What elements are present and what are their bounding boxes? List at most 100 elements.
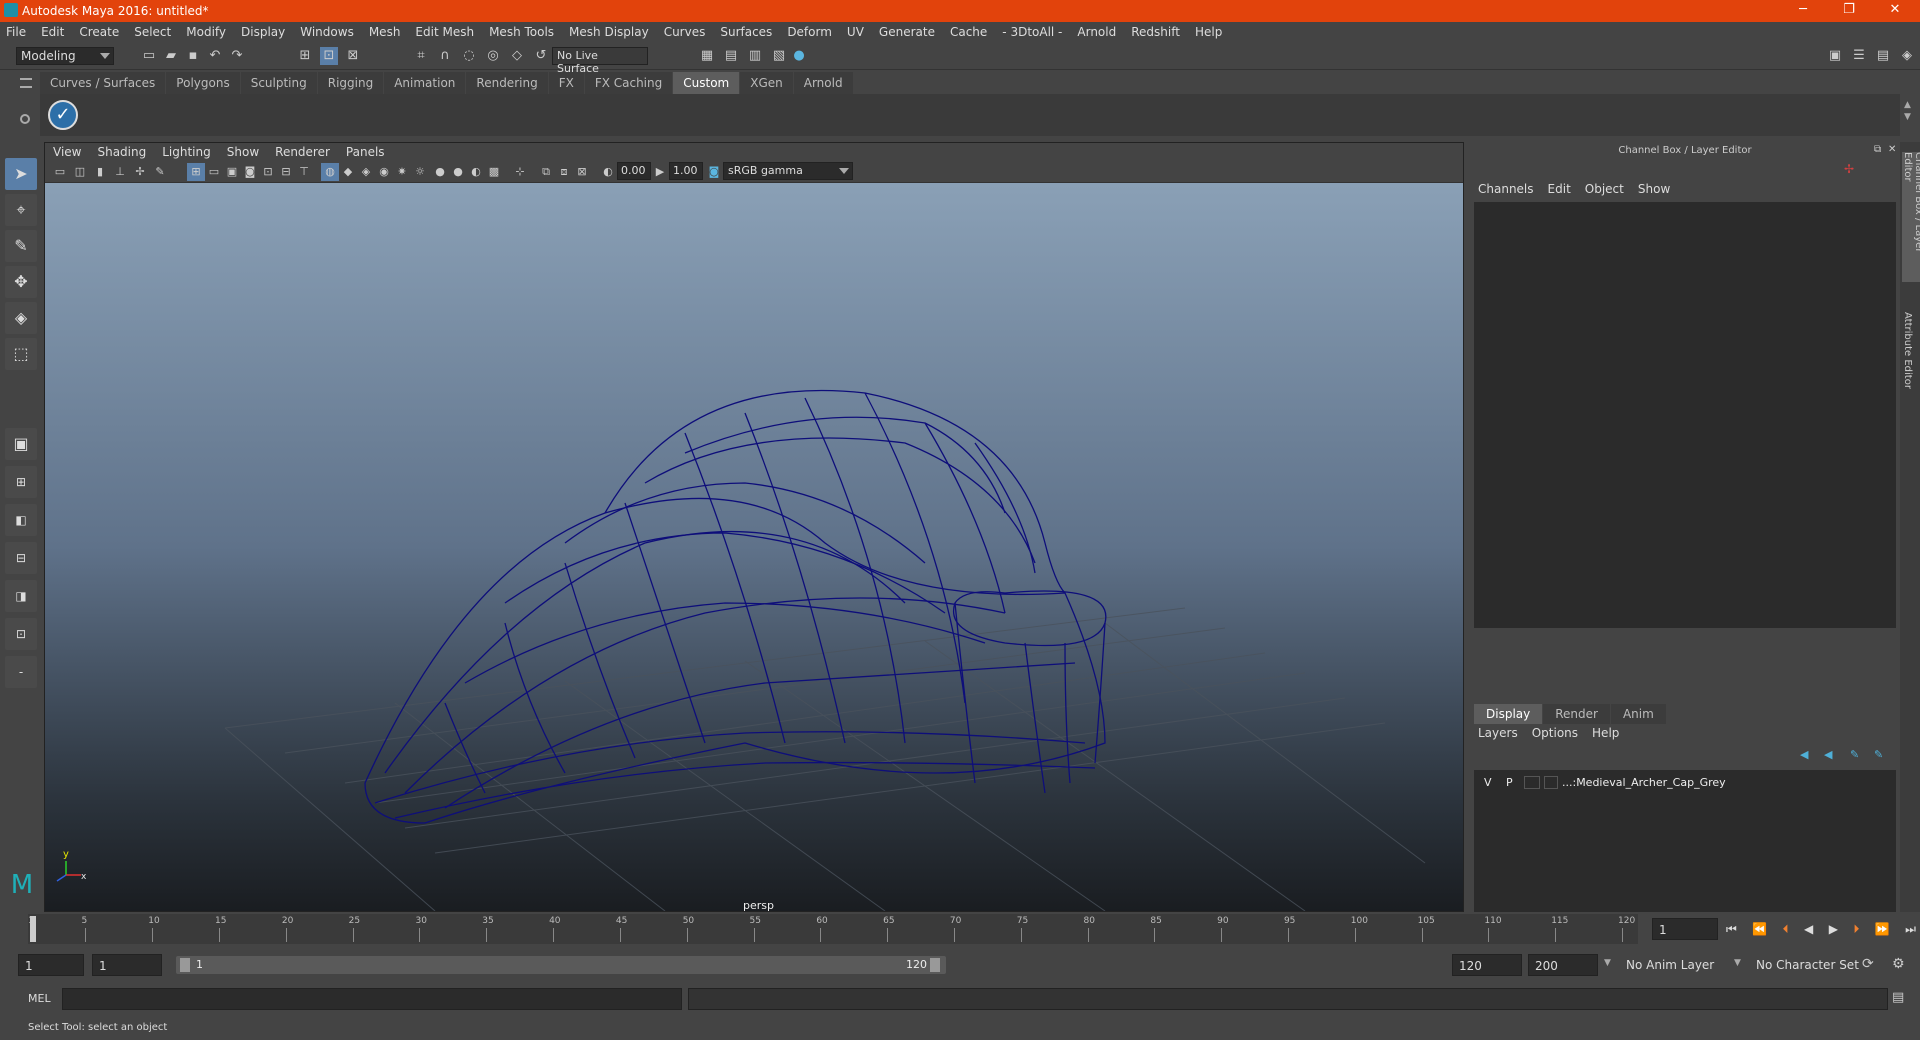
show-manipulators-icon[interactable]: ✢: [1844, 162, 1854, 176]
menu-item[interactable]: Redshift: [1131, 25, 1180, 39]
lights-icon[interactable]: ✷: [393, 163, 411, 181]
textures-icon[interactable]: ◉: [375, 163, 393, 181]
panel-menu-item[interactable]: Show: [227, 145, 259, 159]
layer-visibility-toggle[interactable]: V: [1484, 776, 1492, 789]
playback-end-field[interactable]: 120: [1452, 954, 1522, 976]
move-layer-down-icon[interactable]: ◀: [1824, 748, 1832, 761]
new-layer-selected-icon[interactable]: ✎: [1874, 748, 1883, 761]
ipr-render-icon[interactable]: ▥: [746, 47, 764, 65]
image-plane-icon[interactable]: ⊥: [111, 163, 129, 181]
select-component-icon[interactable]: ⊠: [344, 47, 362, 65]
minimize-button[interactable]: ─: [1780, 0, 1826, 22]
animation-prefs-icon[interactable]: ⚙: [1892, 956, 1905, 972]
colorspace-dropdown[interactable]: sRGB gamma: [723, 162, 853, 180]
float-panel-icon[interactable]: ⧉: [1874, 144, 1881, 155]
single-perspective-layout-icon[interactable]: ▣: [5, 428, 37, 460]
menu-item[interactable]: Help: [1195, 25, 1222, 39]
snap-curve-icon[interactable]: ∩: [436, 47, 454, 65]
smooth-shade-icon[interactable]: ◆: [339, 163, 357, 181]
camera-attr-icon[interactable]: ◫: [71, 163, 89, 181]
shelf-tab[interactable]: Curves / Surfaces: [40, 72, 166, 94]
wireframe-on-shaded-icon[interactable]: ◈: [357, 163, 375, 181]
menu-item[interactable]: Display: [241, 25, 285, 39]
shelf-tab[interactable]: Polygons: [166, 72, 240, 94]
layer-playback-toggle[interactable]: P: [1506, 776, 1513, 789]
maximize-button[interactable]: ❐: [1826, 0, 1872, 22]
film-gate-icon[interactable]: ▭: [205, 163, 223, 181]
snap-grid-icon[interactable]: ⌗: [412, 47, 430, 65]
render-settings-icon[interactable]: ▧: [770, 47, 788, 65]
menu-item[interactable]: Cache: [950, 25, 987, 39]
attribute-editor-side-tab[interactable]: Attribute Editor: [1902, 312, 1913, 389]
shelf-settings-icon[interactable]: [20, 114, 30, 124]
time-ticks[interactable]: 1510152025303540455055606570758085909510…: [28, 914, 1638, 944]
motion-blur-icon[interactable]: ●: [449, 163, 467, 181]
menu-item[interactable]: Windows: [300, 25, 354, 39]
occlusion-icon[interactable]: ●: [431, 163, 449, 181]
xray-icon[interactable]: ⧉: [537, 163, 555, 181]
mode-dropdown[interactable]: Modeling: [16, 47, 114, 65]
command-language-label[interactable]: MEL: [28, 992, 51, 1005]
menu-item[interactable]: Deform: [787, 25, 832, 39]
layer-tab[interactable]: Display: [1474, 704, 1543, 724]
shelf-tab[interactable]: Rigging: [317, 72, 384, 94]
live-surface-field[interactable]: No Live Surface: [552, 47, 648, 75]
play-backward-icon[interactable]: ◀: [1804, 922, 1813, 936]
go-to-start-icon[interactable]: ⏮: [1726, 922, 1737, 937]
snap-point-icon[interactable]: ◌: [460, 47, 478, 65]
paint-select-icon[interactable]: ✎: [5, 230, 37, 262]
step-forward-key-icon[interactable]: ⏩: [1875, 922, 1890, 936]
field-chart-icon[interactable]: ⊡: [259, 163, 277, 181]
menu-item[interactable]: Generate: [879, 25, 935, 39]
menu-item[interactable]: Curves: [664, 25, 706, 39]
grid-toggle-icon[interactable]: ⊞: [187, 163, 205, 181]
channel-box-toggle-icon[interactable]: ◈: [1898, 47, 1916, 65]
xray-joints-icon[interactable]: ⧈: [555, 163, 573, 181]
redo-icon[interactable]: ↷: [228, 47, 246, 65]
menu-item[interactable]: - 3DtoAll -: [1002, 25, 1062, 39]
xray-components-icon[interactable]: ⊠: [573, 163, 591, 181]
panel-menu-item[interactable]: Renderer: [275, 145, 330, 159]
menu-item[interactable]: Edit: [41, 25, 64, 39]
go-to-end-icon[interactable]: ⏭: [1905, 922, 1916, 937]
range-end-handle[interactable]: [930, 958, 940, 972]
panel-menu-item[interactable]: Shading: [97, 145, 146, 159]
current-frame-field[interactable]: 1: [1652, 918, 1718, 940]
snap-surface-icon[interactable]: ◇: [508, 47, 526, 65]
exposure-field[interactable]: 0.00: [617, 162, 651, 180]
range-slider[interactable]: 1 120: [176, 956, 946, 974]
current-time-marker[interactable]: [30, 916, 36, 942]
panel-menu-item[interactable]: View: [53, 145, 81, 159]
color-management-icon[interactable]: ◙: [705, 163, 723, 181]
step-back-key-icon[interactable]: ⏪: [1752, 922, 1767, 936]
open-scene-icon[interactable]: ▰: [162, 47, 180, 65]
shadows-icon[interactable]: ☼: [411, 163, 429, 181]
layer-row[interactable]: V P ...:Medieval_Archer_Cap_Grey: [1474, 774, 1896, 792]
menu-item[interactable]: File: [6, 25, 26, 39]
step-back-frame-icon[interactable]: ⏴: [1783, 922, 1789, 937]
layer-tab[interactable]: Render: [1543, 704, 1610, 724]
command-input[interactable]: [62, 988, 682, 1010]
channel-box-side-tab[interactable]: Channel Box / Layer Editor: [1902, 152, 1920, 282]
shelf-scroll-down-icon[interactable]: ▼: [1904, 112, 1911, 122]
shelf-tab[interactable]: Sculpting: [240, 72, 317, 94]
wireframe-icon[interactable]: ◍: [321, 163, 339, 181]
shelf-tab[interactable]: FX Caching: [584, 72, 673, 94]
shelf-tab[interactable]: XGen: [740, 72, 793, 94]
rotate-tool-icon[interactable]: ◈: [5, 302, 37, 334]
anim-layer-dropdown[interactable]: No Anim Layer: [1620, 954, 1740, 976]
menu-item[interactable]: Select: [134, 25, 171, 39]
safe-title-icon[interactable]: ⊤: [295, 163, 313, 181]
persp-graph-layout-icon[interactable]: ⊟: [5, 542, 37, 574]
panel-menu-item[interactable]: Lighting: [162, 145, 211, 159]
camera-select-icon[interactable]: ▭: [51, 163, 69, 181]
menu-item[interactable]: Mesh: [369, 25, 401, 39]
attribute-editor-toggle-icon[interactable]: ☰: [1850, 47, 1868, 65]
shelf-tab[interactable]: Rendering: [466, 72, 548, 94]
channel-box-menu-item[interactable]: Object: [1585, 182, 1624, 196]
shelf-tab[interactable]: Animation: [384, 72, 466, 94]
layer-menu-item[interactable]: Options: [1532, 726, 1578, 740]
layer-tab[interactable]: Anim: [1610, 704, 1666, 724]
render-view-icon[interactable]: ▦: [698, 47, 716, 65]
safe-action-icon[interactable]: ⊟: [277, 163, 295, 181]
